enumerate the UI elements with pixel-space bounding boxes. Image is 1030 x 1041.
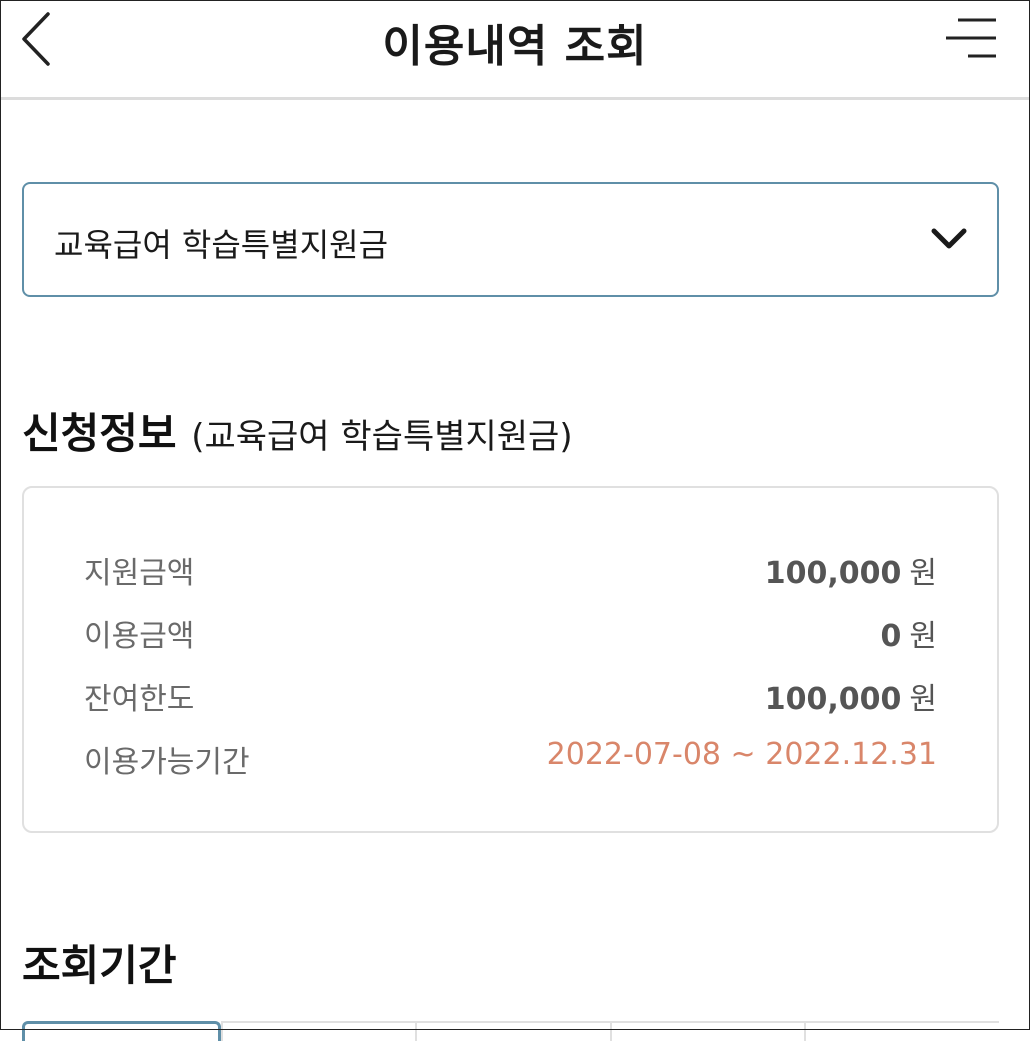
menu-icon	[946, 18, 996, 58]
benefit-select[interactable]: 교육급여 학습특별지원금	[22, 182, 999, 297]
currency-unit: 원	[909, 682, 937, 717]
period-tab[interactable]	[22, 1021, 221, 1041]
page-title: 이용내역 조회	[382, 21, 648, 72]
period-tab[interactable]	[804, 1021, 999, 1041]
amount-value: 100,000	[764, 556, 902, 591]
info-label: 지원금액	[84, 556, 195, 591]
info-row-support-amount: 지원금액 100,000 원	[84, 548, 937, 591]
period-tabs	[22, 1021, 999, 1041]
amount-value: 100,000	[764, 682, 902, 717]
app-header: 이용내역 조회	[0, 0, 1030, 100]
period-value: 2022-07-08 ~ 2022.12.31	[546, 737, 937, 772]
info-row-remaining-limit: 잔여한도 100,000 원	[84, 674, 937, 717]
inquiry-period-title: 조회기간	[22, 941, 177, 990]
period-tab[interactable]	[220, 1021, 416, 1041]
menu-button[interactable]	[944, 14, 1000, 62]
info-value: 100,000 원	[765, 674, 937, 718]
info-label: 이용금액	[84, 619, 195, 654]
info-row-available-period: 이용가능기간 2022-07-08 ~ 2022.12.31	[84, 737, 937, 780]
amount-value: 0	[880, 619, 902, 654]
info-label: 이용가능기간	[84, 745, 250, 780]
info-row-used-amount: 이용금액 0원	[84, 611, 937, 654]
application-info-card: 지원금액 100,000 원 이용금액 0원 잔여한도 100,000 원 이용가능…	[22, 486, 999, 833]
period-tab[interactable]	[415, 1021, 610, 1041]
benefit-select-value: 교육급여 학습특별지원금	[54, 226, 389, 264]
info-label: 잔여한도	[84, 682, 195, 717]
application-info-heading: 신청정보 (교육급여 학습특별지원금)	[22, 400, 573, 461]
application-info-subtitle: (교육급여 학습특별지원금)	[191, 417, 573, 457]
currency-unit: 원	[909, 556, 937, 591]
application-info-title: 신청정보	[22, 409, 177, 458]
chevron-down-icon	[931, 228, 967, 249]
period-tab[interactable]	[609, 1021, 805, 1041]
info-value: 100,000 원	[765, 548, 937, 592]
currency-unit: 원	[909, 619, 937, 654]
info-value: 0원	[881, 611, 937, 655]
